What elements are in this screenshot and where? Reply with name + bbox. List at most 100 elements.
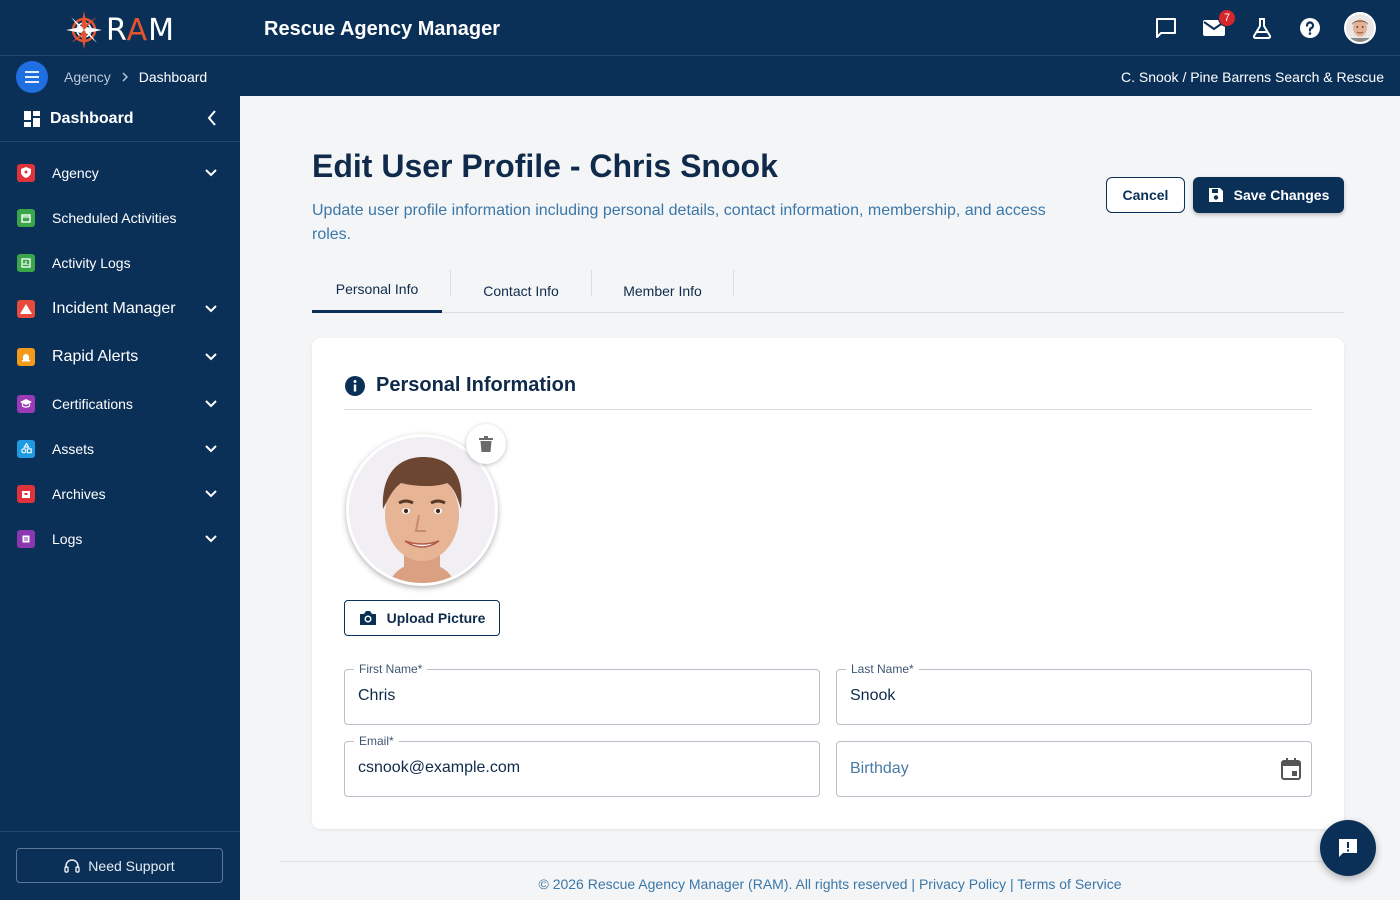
trash-icon xyxy=(479,436,493,452)
first-name-value: Chris xyxy=(358,687,396,704)
sidebar-item-logs[interactable]: Logs xyxy=(0,516,240,561)
save-changes-label: Save Changes xyxy=(1233,187,1330,203)
first-name-field[interactable]: First Name* Chris xyxy=(344,662,820,725)
sidebar-item-label: Assets xyxy=(52,440,95,457)
last-name-value: Snook xyxy=(850,687,896,704)
breadcrumb-dashboard[interactable]: Dashboard xyxy=(139,69,208,85)
camera-icon xyxy=(359,611,376,625)
help-button[interactable] xyxy=(1296,12,1324,44)
upload-picture-label: Upload Picture xyxy=(386,610,486,626)
footer-divider xyxy=(280,861,1360,862)
chat-icon xyxy=(1156,18,1176,38)
calendar-icon xyxy=(17,208,35,227)
email-field[interactable]: Email* csnook@example.com xyxy=(344,734,820,797)
personal-information-card: Personal Information Upload Picture Firs… xyxy=(312,338,1344,829)
footer-separator: | xyxy=(1006,876,1018,892)
need-support-button[interactable]: Need Support xyxy=(16,848,223,883)
ram-logo[interactable]: RAM xyxy=(64,11,184,49)
floppy-disk-icon xyxy=(1208,188,1223,202)
flask-icon xyxy=(1252,18,1272,39)
footer: © 2026 Rescue Agency Manager (RAM). All … xyxy=(240,876,1400,892)
sidebar-item-agency[interactable]: Agency xyxy=(0,150,240,195)
compass-logo-icon xyxy=(66,11,102,49)
breadcrumb-agency[interactable]: Agency xyxy=(64,69,111,85)
sidebar-item-certifications[interactable]: Certifications xyxy=(0,381,240,426)
page-title: Edit User Profile - Chris Snook xyxy=(312,148,778,184)
sidebar-item-label: Scheduled Activities xyxy=(52,209,177,226)
archive-box-icon xyxy=(17,484,35,503)
chevron-down-icon xyxy=(205,399,217,407)
main-content: Edit User Profile - Chris Snook Update u… xyxy=(240,96,1400,900)
user-avatar[interactable] xyxy=(1344,12,1376,44)
sidebar-item-label: Activity Logs xyxy=(52,254,131,271)
chevron-down-icon xyxy=(205,305,217,313)
hamburger-icon xyxy=(25,71,39,83)
log-chart-icon xyxy=(17,253,35,272)
sidebar-item-assets[interactable]: Assets xyxy=(0,426,240,471)
top-icon-group: 7 xyxy=(1152,9,1376,44)
top-header: RAM Rescue Agency Manager 7 xyxy=(0,0,1400,56)
info-circle-icon xyxy=(345,375,365,396)
logo-wordmark: RAM xyxy=(106,12,176,48)
sidebar-item-scheduled-activities[interactable]: Scheduled Activities xyxy=(0,195,240,240)
lab-button[interactable] xyxy=(1248,12,1276,44)
privacy-policy-link[interactable]: Privacy Policy xyxy=(919,876,1006,892)
save-changes-button[interactable]: Save Changes xyxy=(1193,177,1344,213)
list-document-icon xyxy=(17,529,35,548)
dashboard-grid-icon xyxy=(24,110,40,127)
sidebar-item-label: Agency xyxy=(52,164,99,181)
sidebar-item-rapid-alerts[interactable]: Rapid Alerts xyxy=(0,333,240,381)
sidebar-item-label: Archives xyxy=(52,485,106,502)
chat-button[interactable] xyxy=(1152,12,1180,44)
chevron-down-icon xyxy=(205,353,217,361)
tab-personal-info[interactable]: Personal Info xyxy=(312,268,442,313)
terms-of-service-link[interactable]: Terms of Service xyxy=(1017,876,1121,892)
sidebar-item-archives[interactable]: Archives xyxy=(0,471,240,516)
user-organization: C. Snook / Pine Barrens Search & Rescue xyxy=(1120,69,1384,85)
last-name-label: Last Name* xyxy=(846,662,919,676)
delete-photo-button[interactable] xyxy=(466,424,506,464)
sidebar-item-activity-logs[interactable]: Activity Logs xyxy=(0,240,240,285)
help-icon xyxy=(1300,18,1320,38)
sidebar-title: Dashboard xyxy=(50,109,134,127)
last-name-field[interactable]: Last Name* Snook xyxy=(836,662,1312,725)
avatar-face-icon xyxy=(1346,14,1374,42)
upload-picture-button[interactable]: Upload Picture xyxy=(344,600,500,636)
chevron-down-icon xyxy=(205,168,217,176)
breadcrumb: Agency Dashboard xyxy=(64,69,207,85)
section-divider xyxy=(344,409,1312,410)
sidebar-item-incident-manager[interactable]: Incident Manager xyxy=(0,285,240,333)
sidebar-item-label: Incident Manager xyxy=(52,300,176,317)
email-label: Email* xyxy=(354,734,399,748)
sidebar-header[interactable]: Dashboard xyxy=(0,96,240,142)
birthday-field[interactable]: Birthday xyxy=(836,741,1312,797)
breadcrumb-bar: Agency Dashboard C. Snook / Pine Barrens… xyxy=(0,56,1400,96)
tab-member-info[interactable]: Member Info xyxy=(592,268,733,313)
footer-copyright: © 2026 Rescue Agency Manager (RAM). All … xyxy=(538,876,919,892)
calendar-icon[interactable] xyxy=(1281,758,1301,780)
alarm-icon xyxy=(17,348,35,366)
need-support-label: Need Support xyxy=(88,857,175,874)
mail-button[interactable]: 7 xyxy=(1200,9,1236,44)
headset-icon xyxy=(64,858,80,873)
section-title: Personal Information xyxy=(376,374,577,396)
sidebar-item-label: Rapid Alerts xyxy=(52,348,139,365)
sidebar-item-label: Certifications xyxy=(52,395,133,412)
collapse-sidebar-icon[interactable] xyxy=(206,109,218,127)
assets-shapes-icon xyxy=(17,439,35,458)
tab-contact-info[interactable]: Contact Info xyxy=(451,268,591,313)
warning-triangle-icon xyxy=(17,300,35,318)
cancel-button[interactable]: Cancel xyxy=(1106,177,1185,213)
sidebar-item-label: Logs xyxy=(52,530,83,547)
tab-divider xyxy=(733,270,734,296)
sidebar-menu: Agency Scheduled Activities Activity Log… xyxy=(0,142,240,561)
first-name-label: First Name* xyxy=(354,662,428,676)
feedback-chat-button[interactable] xyxy=(1320,820,1376,876)
email-value: csnook@example.com xyxy=(358,759,521,776)
chevron-down-icon xyxy=(205,534,217,542)
sidebar: Dashboard Agency Scheduled Activities Ac… xyxy=(0,96,240,900)
menu-toggle-button[interactable] xyxy=(16,61,48,93)
profile-tabs: Personal Info Contact Info Member Info xyxy=(312,268,1344,313)
sidebar-divider xyxy=(0,831,240,832)
chevron-down-icon xyxy=(205,489,217,497)
